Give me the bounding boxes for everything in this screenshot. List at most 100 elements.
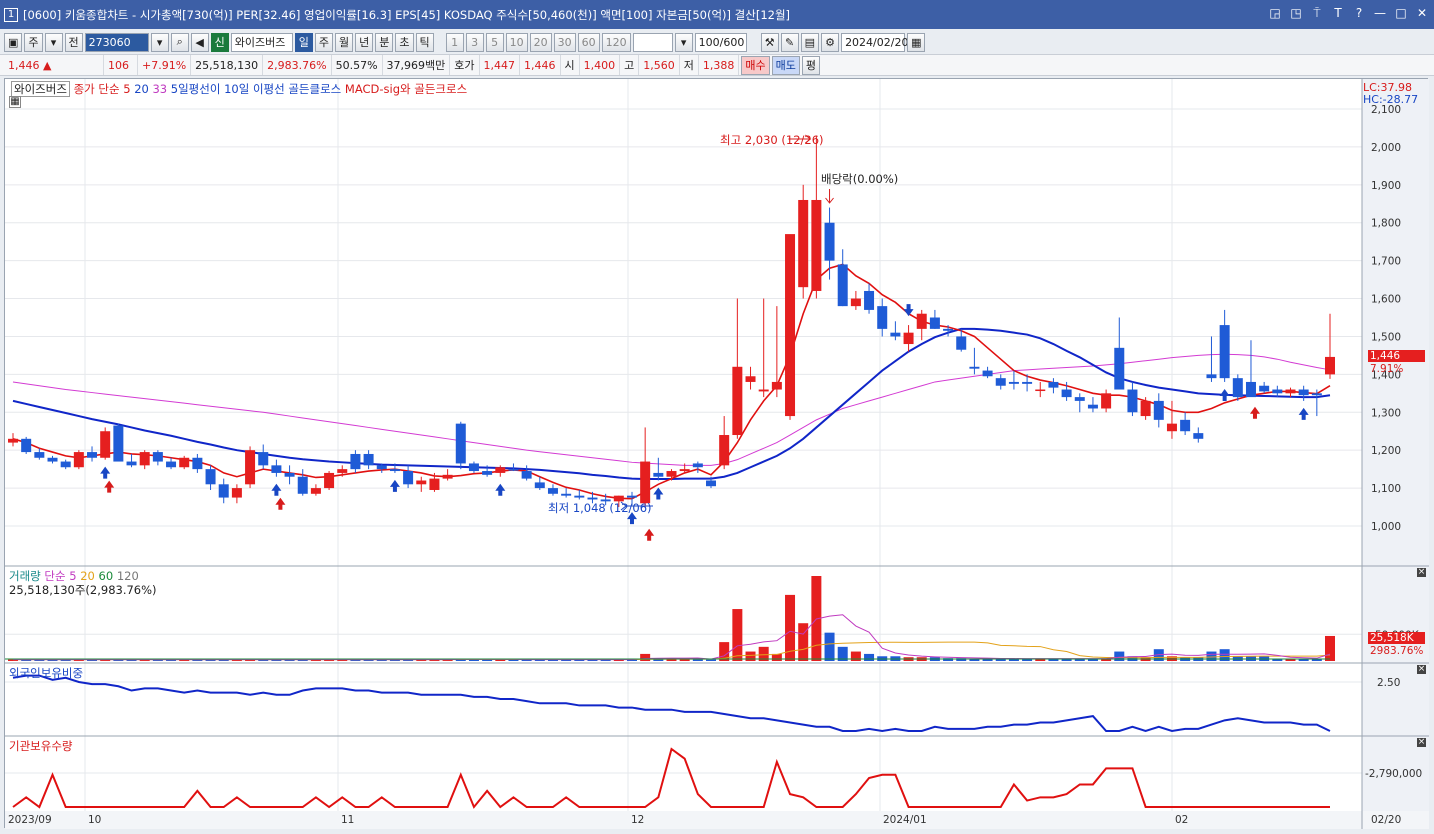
- volume-bar: [745, 651, 756, 661]
- macd-cross-arrow-icon: [275, 497, 286, 510]
- maximize-icon[interactable]: □: [1393, 6, 1409, 21]
- count-input[interactable]: 100/600: [694, 32, 747, 52]
- candle-body: [245, 450, 256, 485]
- legend-ma20[interactable]: 20: [134, 82, 149, 96]
- draw-icon[interactable]: ✎: [780, 32, 799, 52]
- candle-body: [1285, 389, 1296, 394]
- legend-macd[interactable]: MACD-sig와 골든크로스: [345, 82, 467, 96]
- volume-ma20[interactable]: 20: [80, 569, 95, 583]
- legend-signal[interactable]: 5일평선이 10일 이평선 골든클로스: [171, 82, 341, 96]
- y-tick-label: 1,300: [1371, 407, 1401, 419]
- candle-body: [60, 461, 71, 468]
- tab-tick[interactable]: 틱: [415, 32, 434, 52]
- search-icon[interactable]: ⌕: [170, 32, 189, 52]
- chart-tools-icon[interactable]: ⚒: [760, 32, 779, 52]
- tile-icon[interactable]: ◲: [1267, 6, 1283, 21]
- panel-close-icon[interactable]: ×: [1417, 568, 1426, 577]
- font-icon[interactable]: T: [1330, 6, 1346, 21]
- candle-body: [73, 452, 84, 468]
- candle-body: [534, 482, 545, 489]
- candle-body: [666, 471, 677, 477]
- gear-icon[interactable]: ⚙: [821, 32, 840, 52]
- panel-close-icon[interactable]: ×: [1417, 738, 1426, 747]
- candle-body: [455, 423, 466, 464]
- layout-icon[interactable]: ▣: [4, 32, 23, 52]
- interval-60[interactable]: 60: [577, 32, 600, 52]
- candle-body: [87, 452, 98, 458]
- interval-30[interactable]: 30: [553, 32, 576, 52]
- candle-body: [429, 478, 440, 490]
- dividend-pointer-icon: [825, 189, 834, 204]
- candle-body: [679, 469, 690, 472]
- minimize-icon[interactable]: —: [1372, 6, 1388, 21]
- sound-icon[interactable]: ◀: [190, 32, 209, 52]
- signal-up-arrow-icon: [271, 483, 282, 496]
- eval-button[interactable]: 평: [801, 55, 821, 75]
- stock-code-input[interactable]: 273060: [84, 32, 149, 52]
- trade-amount: 37,969백만: [383, 55, 451, 75]
- candle-body: [482, 471, 493, 475]
- signal-up-arrow-icon: [1219, 388, 1230, 401]
- chart-canvas[interactable]: 2,1002,0001,9001,8001,7001,6001,5001,400…: [5, 79, 1429, 829]
- tab-minute[interactable]: 분: [375, 32, 394, 52]
- tab-year[interactable]: 년: [355, 32, 374, 52]
- grid-toggle-icon[interactable]: ▦: [9, 96, 21, 108]
- interval-20[interactable]: 20: [529, 32, 552, 52]
- interval-10[interactable]: 10: [505, 32, 528, 52]
- sell-button[interactable]: 매도: [771, 55, 800, 75]
- prev-button[interactable]: 전: [64, 32, 83, 52]
- y-tick-label: 2,000: [1371, 142, 1401, 154]
- volume-bar: [640, 653, 651, 661]
- inst-title[interactable]: 기관보유수량: [9, 738, 72, 754]
- save-icon[interactable]: ▤: [800, 32, 820, 52]
- help-icon[interactable]: ?: [1351, 6, 1367, 21]
- volume-title[interactable]: 거래량: [9, 569, 41, 583]
- volume-ma60[interactable]: 60: [99, 569, 114, 583]
- legend-ma5[interactable]: 5: [123, 82, 130, 96]
- calendar-icon[interactable]: ▦: [907, 32, 926, 52]
- panel-close-icon[interactable]: ×: [1417, 665, 1426, 674]
- candle-body: [1219, 325, 1230, 379]
- tab-day[interactable]: 일: [294, 32, 313, 52]
- volume-ma-label[interactable]: 단순: [44, 569, 65, 583]
- candle-body: [521, 471, 532, 479]
- cascade-icon[interactable]: ◳: [1288, 6, 1304, 21]
- legend-ma-label[interactable]: 종가 단순: [74, 82, 120, 96]
- tab-week[interactable]: 주: [314, 32, 334, 52]
- interval-dropdown-icon[interactable]: ▾: [674, 32, 693, 52]
- candle-body: [403, 471, 414, 485]
- interval-3[interactable]: 3: [465, 32, 484, 52]
- volume-ma5[interactable]: 5: [69, 569, 76, 583]
- candle-body: [626, 495, 637, 498]
- interval-custom-input[interactable]: [632, 32, 673, 52]
- candle-body: [1114, 347, 1125, 390]
- period-dropdown-icon[interactable]: ▾: [44, 32, 63, 52]
- tab-second[interactable]: 초: [395, 32, 414, 52]
- volume-bar: [1206, 651, 1217, 661]
- foreign-title[interactable]: 외국인보유비중: [9, 665, 83, 681]
- candle-body: [8, 438, 18, 443]
- interval-5[interactable]: 5: [485, 32, 504, 52]
- legend-ma33[interactable]: 33: [152, 82, 167, 96]
- interval-120[interactable]: 120: [601, 32, 631, 52]
- volume-ma120[interactable]: 120: [117, 569, 139, 583]
- candle-body: [495, 467, 506, 473]
- window-title: [0600] 키움종합차트 - 시가총액[730(억)] PER[32.46] …: [23, 7, 791, 22]
- legend-stock-name[interactable]: 와이즈버즈: [11, 81, 70, 97]
- pin-icon[interactable]: ⍑: [1309, 6, 1325, 21]
- chart-area[interactable]: 2,100 2,000 1,900 1,800 1,700 1,600 1,500 1,400…: [4, 78, 1429, 829]
- foreign-ratio-line: [12, 674, 1331, 733]
- date-input[interactable]: 2024/02/20: [841, 32, 908, 52]
- volume-ratio: 50.57%: [332, 55, 383, 75]
- interval-1[interactable]: 1: [445, 32, 464, 52]
- current-price: 1,446 ▲: [4, 55, 104, 75]
- code-dropdown-icon[interactable]: ▾: [150, 32, 169, 52]
- candle-body: [310, 488, 321, 494]
- candle-body: [324, 472, 335, 489]
- buy-button[interactable]: 매수: [741, 55, 770, 75]
- period-select[interactable]: 주: [24, 32, 43, 52]
- volume-bar: [1325, 635, 1335, 661]
- candle-body: [1127, 389, 1138, 413]
- tab-month[interactable]: 월: [335, 32, 354, 52]
- close-icon[interactable]: ✕: [1414, 6, 1430, 21]
